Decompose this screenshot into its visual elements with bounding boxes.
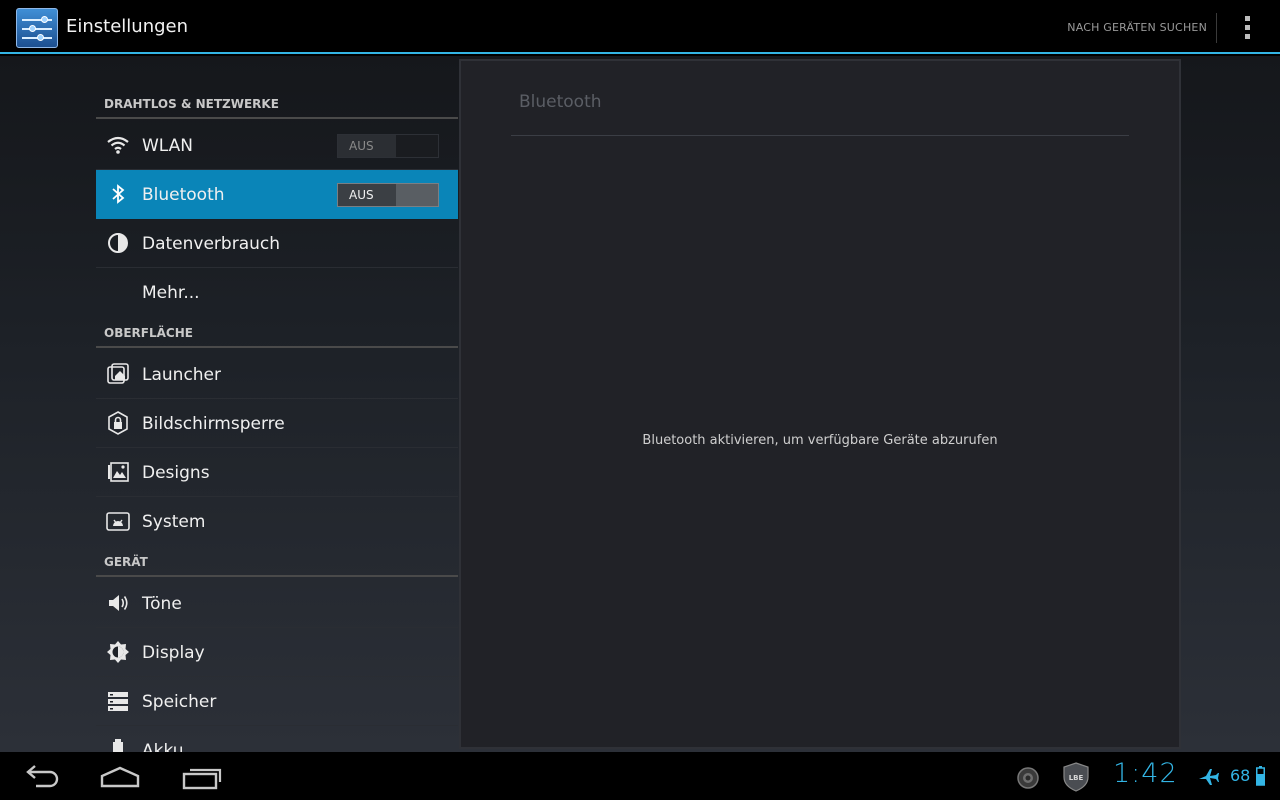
toggle-label: AUS [338,135,396,157]
action-bar-divider [1216,13,1217,43]
page-title: Einstellungen [66,16,189,37]
settings-item-label: Launcher [142,365,222,385]
toggle-label: AUS [338,184,396,206]
battery-status-icon [1256,766,1265,786]
data-usage-icon [108,233,128,253]
lock-screen-icon [108,411,128,435]
storage-icon [108,692,128,711]
battery-icon [113,739,123,752]
settings-item-label: Töne [142,594,182,614]
notification-icon[interactable] [1016,766,1040,790]
sound-icon [109,595,128,611]
settings-item-label: Display [142,643,205,663]
system-bar: LBE 1:42 68 [0,752,1280,800]
detail-title: Bluetooth [519,92,602,112]
settings-item-label: System [142,512,206,532]
airplane-mode-icon [1199,769,1219,785]
settings-item-label: Bluetooth [142,185,225,205]
section-header-wireless: DRAHTLOS & NETZWERKE [96,89,458,119]
bluetooth-toggle[interactable]: AUS [337,183,439,207]
back-icon[interactable] [20,762,64,792]
settings-item-label: Bildschirmsperre [142,414,285,434]
settings-item-lock-screen[interactable]: Bildschirmsperre [96,399,458,448]
settings-list[interactable]: DRAHTLOS & NETZWERKE WLAN AUS Bluetooth … [96,56,458,752]
settings-item-system[interactable]: System [96,497,458,546]
settings-item-display[interactable]: Display [96,628,458,677]
section-header-interface: OBERFLÄCHE [96,318,458,348]
settings-item-sound[interactable]: Töne [96,579,458,628]
empty-state-message: Bluetooth aktivieren, um verfügbare Gerä… [642,433,998,448]
action-bar: Einstellungen NACH GERÄTEN SUCHEN [0,0,1280,54]
settings-item-label: Mehr... [142,283,200,303]
settings-item-label: Akku [142,741,184,752]
settings-item-data-usage[interactable]: Datenverbrauch [96,219,458,268]
launcher-icon [107,363,129,384]
lbe-label: LBE [1069,774,1084,782]
settings-item-label: Datenverbrauch [142,234,281,254]
display-icon [107,641,129,663]
bluetooth-detail-panel: Bluetooth Bluetooth aktivieren, um verfü… [459,59,1181,749]
settings-item-storage[interactable]: Speicher [96,677,458,726]
settings-item-launcher[interactable]: Launcher [96,350,458,399]
recent-apps-icon[interactable] [180,762,224,792]
wlan-toggle[interactable]: AUS [337,134,439,158]
themes-icon [108,462,129,482]
section-header-device: GERÄT [96,547,458,577]
settings-item-themes[interactable]: Designs [96,448,458,497]
settings-app-icon[interactable] [16,8,58,48]
wifi-icon [107,136,129,154]
search-devices-button[interactable]: NACH GERÄTEN SUCHEN [1067,21,1207,34]
settings-item-label: WLAN [142,136,194,156]
status-clock: 1:42 [1113,758,1178,789]
settings-item-more[interactable]: Mehr... [96,268,458,317]
bluetooth-icon [112,184,125,204]
lbe-shield-icon[interactable]: LBE [1062,762,1090,792]
settings-item-label: Designs [142,463,210,483]
battery-level: 68 [1230,766,1251,785]
settings-item-battery[interactable]: Akku [96,726,458,752]
settings-item-wlan[interactable]: WLAN AUS [96,121,458,170]
settings-item-label: Speicher [142,692,217,712]
home-icon[interactable] [98,762,142,792]
detail-divider [511,135,1129,136]
settings-item-bluetooth[interactable]: Bluetooth AUS [96,170,458,219]
system-icon [106,512,130,531]
overflow-menu-icon[interactable] [1238,14,1258,42]
